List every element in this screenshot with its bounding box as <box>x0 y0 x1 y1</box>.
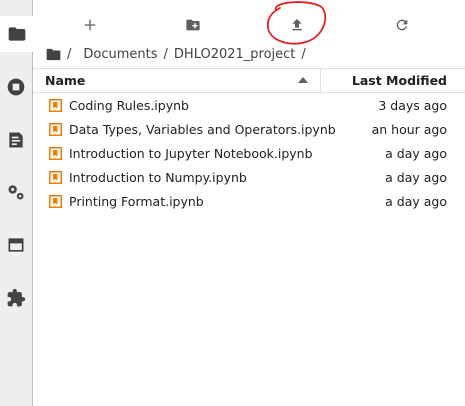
file-name: Introduction to Numpy.ipynb <box>69 170 247 185</box>
name-column-label: Name <box>45 73 86 88</box>
sidebar-tab-property-inspector[interactable] <box>0 174 32 210</box>
file-name: Coding Rules.ipynb <box>69 98 189 113</box>
file-name: Data Types, Variables and Operators.ipyn… <box>69 122 336 137</box>
left-sidebar <box>0 0 33 406</box>
file-browser-toolbar <box>33 0 465 44</box>
sort-ascending-icon <box>298 77 308 83</box>
notebook-icon <box>49 123 62 136</box>
file-modified: 3 days ago <box>378 98 447 113</box>
breadcrumb-separator: / <box>163 46 168 62</box>
stop-circle-icon <box>7 78 25 96</box>
sidebar-tab-file-browser[interactable] <box>0 16 33 52</box>
file-row[interactable]: Data Types, Variables and Operators.ipyn… <box>33 118 465 142</box>
file-modified: a day ago <box>385 170 447 185</box>
last-modified-column-header[interactable]: Last Modified <box>352 69 447 92</box>
file-list-header: Name Last Modified <box>33 68 465 93</box>
folder-icon <box>8 27 25 41</box>
breadcrumb-root-separator: / <box>67 46 72 62</box>
breadcrumb: / Documents / DHLO2021_project / <box>46 44 312 64</box>
file-row[interactable]: Printing Format.ipynb a day ago <box>33 190 465 214</box>
breadcrumb-project[interactable]: DHLO2021_project <box>174 47 296 62</box>
file-row[interactable]: Coding Rules.ipynb 3 days ago <box>33 94 465 118</box>
file-row[interactable]: Introduction to Jupyter Notebook.ipynb a… <box>33 142 465 166</box>
new-folder-icon <box>186 19 200 31</box>
file-list: Coding Rules.ipynb 3 days ago Data Types… <box>33 94 465 214</box>
name-column-header[interactable]: Name <box>33 69 321 92</box>
last-modified-column-label: Last Modified <box>351 73 447 88</box>
breadcrumb-trailing-separator: / <box>301 46 306 62</box>
new-launcher-button[interactable] <box>77 12 103 38</box>
breadcrumb-documents[interactable]: Documents <box>83 47 157 62</box>
tab-icon <box>8 238 24 252</box>
notebook-icon <box>49 171 62 184</box>
notebook-icon <box>49 147 62 160</box>
file-modified: an hour ago <box>371 122 447 137</box>
sidebar-tab-commands[interactable] <box>0 122 32 158</box>
notebook-icon <box>49 99 62 112</box>
puzzle-icon <box>7 288 26 307</box>
file-row[interactable]: Introduction to Numpy.ipynb a day ago <box>33 166 465 190</box>
refresh-icon <box>396 19 408 31</box>
sidebar-tab-extensions[interactable] <box>0 280 32 316</box>
folder-icon[interactable] <box>46 48 61 61</box>
plus-icon <box>84 19 96 31</box>
refresh-button[interactable] <box>389 12 415 38</box>
sidebar-tab-open-tabs[interactable] <box>0 227 32 263</box>
file-name: Printing Format.ipynb <box>69 194 204 209</box>
notebook-icon <box>49 195 62 208</box>
file-modified: a day ago <box>385 146 447 161</box>
annotation-circle <box>266 1 327 45</box>
file-name: Introduction to Jupyter Notebook.ipynb <box>69 146 313 161</box>
file-modified: a day ago <box>385 194 447 209</box>
new-folder-button[interactable] <box>180 12 206 38</box>
gears-icon <box>8 185 24 200</box>
palette-icon <box>9 132 23 148</box>
sidebar-tab-running[interactable] <box>0 69 32 105</box>
